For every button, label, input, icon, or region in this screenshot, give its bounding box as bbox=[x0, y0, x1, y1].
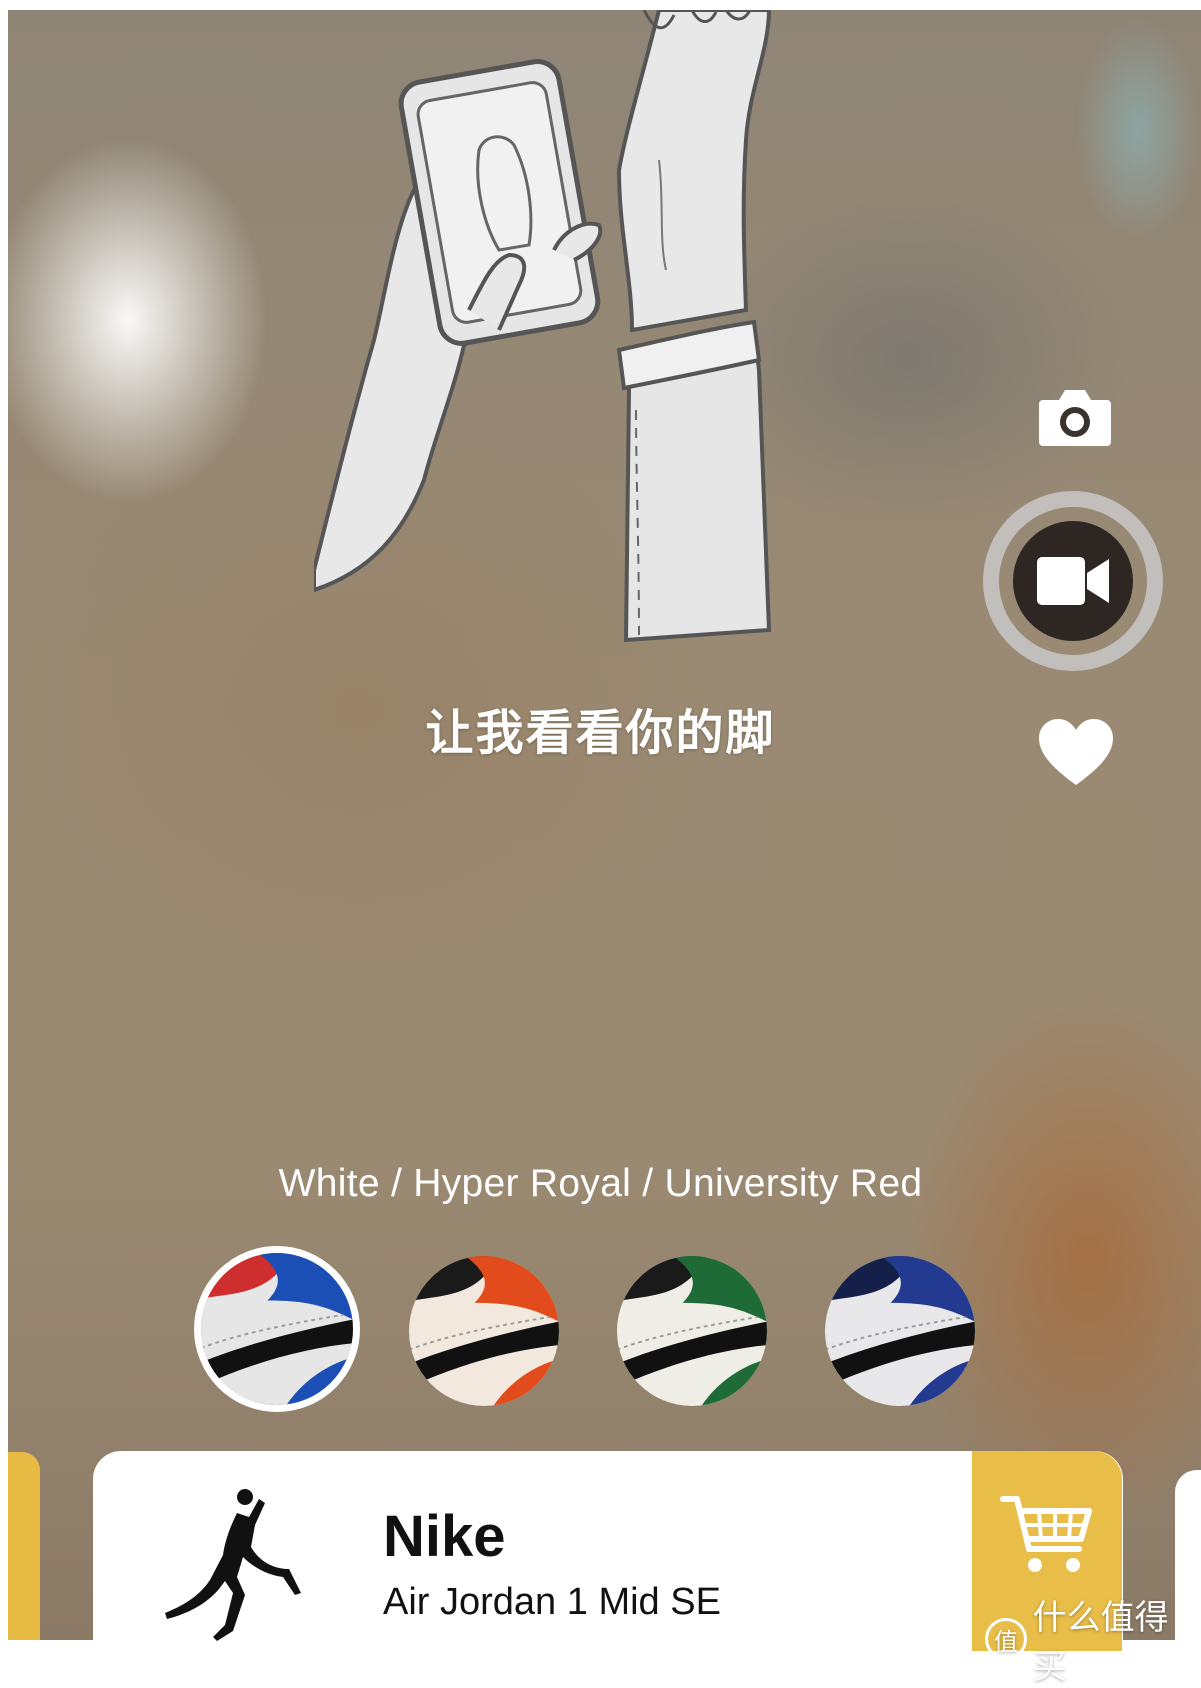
colorway-option-3[interactable] bbox=[617, 1256, 767, 1406]
colorway-name: White / Hyper Royal / University Red bbox=[278, 1162, 923, 1205]
swatch-thumbnail bbox=[617, 1256, 767, 1406]
jumpman-logo bbox=[165, 1489, 301, 1641]
colorway-option-2[interactable] bbox=[409, 1256, 559, 1406]
product-card[interactable]: Nike Air Jordan 1 Mid SE bbox=[93, 1451, 1123, 1651]
record-video-button[interactable] bbox=[983, 491, 1163, 671]
colorway-option-4[interactable] bbox=[825, 1256, 975, 1406]
product-brand: Nike bbox=[383, 1504, 506, 1569]
phone-scan-foot-illustration bbox=[314, 10, 772, 643]
product-model: Air Jordan 1 Mid SE bbox=[383, 1581, 721, 1623]
take-photo-button[interactable] bbox=[1035, 382, 1115, 452]
colorway-option-1[interactable] bbox=[194, 1246, 360, 1412]
swatch-thumbnail bbox=[825, 1256, 975, 1406]
watermark-logo: 值 bbox=[985, 1618, 1027, 1660]
colorway-selector bbox=[194, 1246, 1014, 1416]
previous-product-card[interactable] bbox=[8, 1452, 40, 1640]
record-button-core bbox=[1013, 521, 1133, 641]
video-camera-icon bbox=[1037, 557, 1109, 605]
swatch-thumbnail bbox=[409, 1256, 559, 1406]
camera-icon bbox=[1039, 390, 1111, 446]
swatch-thumbnail bbox=[201, 1253, 353, 1405]
shopping-cart-icon bbox=[1000, 1496, 1092, 1572]
watermark: 值 什么值得买 bbox=[985, 1590, 1201, 1688]
watermark-text: 什么值得买 bbox=[1032, 1599, 1169, 1686]
instruction-text: 让我看看你的脚 bbox=[425, 707, 776, 760]
